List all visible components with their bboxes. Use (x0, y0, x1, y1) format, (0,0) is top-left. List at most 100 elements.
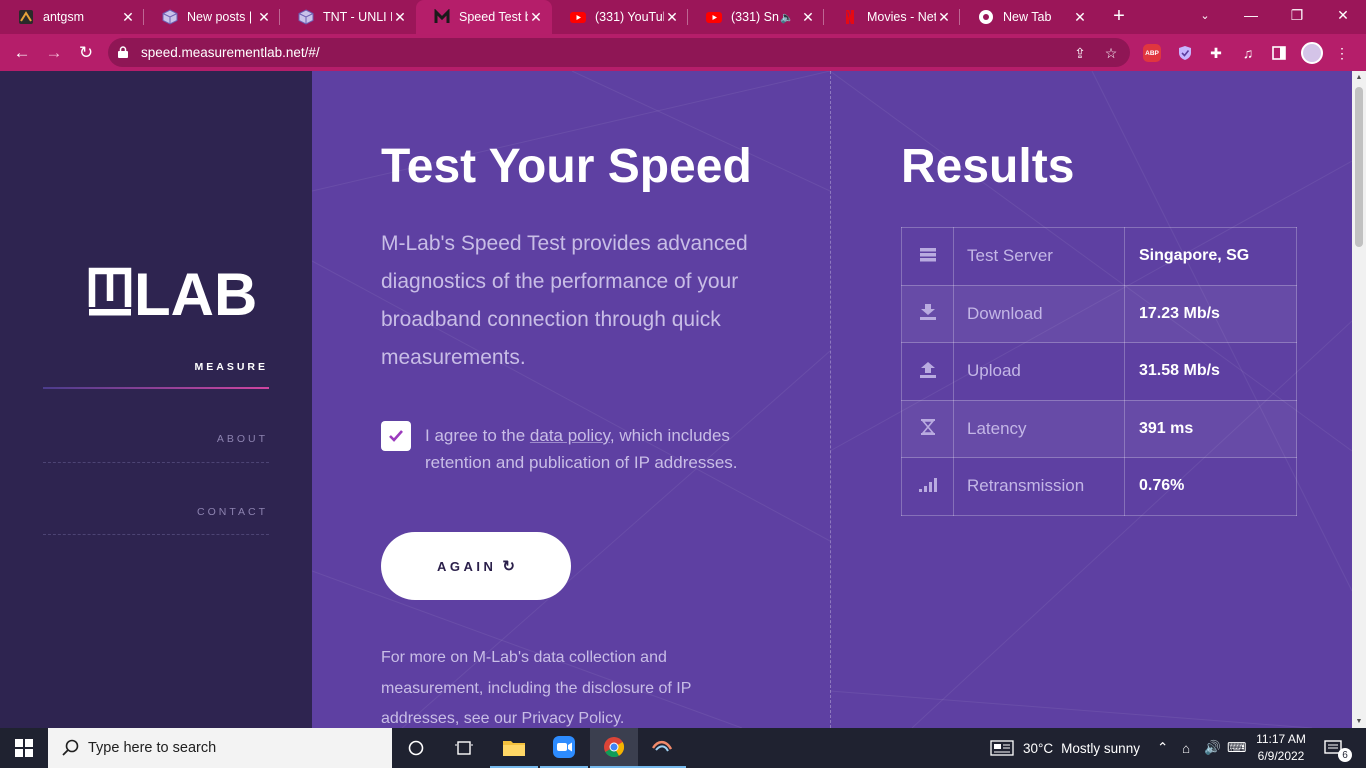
chrome-icon[interactable] (590, 728, 638, 768)
hourglass-icon (901, 399, 954, 458)
again-button[interactable]: AGAIN ↻ (381, 532, 571, 600)
tab-antgsm[interactable]: antgsm ✕ (0, 0, 144, 34)
close-icon[interactable]: ✕ (800, 9, 816, 26)
back-button[interactable]: ← (9, 40, 35, 66)
result-label: Test Server (953, 227, 1125, 286)
logo-text: LAB (134, 261, 257, 321)
results-row-retransmission: Retransmission 0.76% (901, 457, 1297, 516)
main-content: Test Your Speed M-Lab's Speed Test provi… (312, 71, 1352, 728)
close-icon[interactable]: ✕ (256, 9, 272, 26)
side-panel-icon[interactable] (1268, 42, 1290, 64)
nav-divider (43, 462, 269, 463)
nav-about[interactable]: ABOUT (217, 433, 268, 445)
app-icon[interactable] (638, 728, 686, 768)
netflix-favicon-icon (842, 9, 858, 25)
mlab-logo: LAB (88, 261, 257, 321)
clock-date: 6/9/2022 (1257, 749, 1305, 763)
tab-title: New Tab (1003, 10, 1052, 24)
share-icon[interactable]: ⇪ (1070, 43, 1090, 63)
file-explorer-icon[interactable] (490, 728, 538, 768)
tab-netflix[interactable]: Movies - Net ✕ (824, 0, 960, 34)
close-icon[interactable]: ✕ (528, 9, 544, 26)
scroll-thumb[interactable] (1355, 87, 1363, 247)
refresh-icon: ↻ (502, 558, 515, 575)
minimize-button[interactable]: — (1228, 0, 1274, 30)
chevron-up-icon[interactable]: ⌃ (1157, 728, 1168, 768)
checkmark-icon (389, 430, 403, 442)
tab-search-button[interactable]: ⌄ (1182, 0, 1228, 30)
search-icon (62, 739, 80, 757)
bookmark-star-icon[interactable]: ☆ (1101, 43, 1121, 63)
close-icon[interactable]: ✕ (120, 9, 136, 26)
zoom-icon[interactable] (540, 728, 588, 768)
result-label: Download (953, 284, 1125, 343)
restore-button[interactable]: ❐ (1274, 0, 1320, 30)
tab-title: (331) YouTub (595, 10, 664, 24)
download-icon (901, 284, 954, 343)
results-row-server: Test Server Singapore, SG (901, 227, 1297, 286)
nav-active-indicator (43, 387, 269, 389)
page-title: Test Your Speed (381, 140, 752, 193)
tab-title: Speed Test by (459, 10, 528, 24)
youtube-favicon-icon (706, 9, 722, 25)
speaker-icon[interactable]: 🔈 (780, 11, 794, 24)
shield-extension-icon[interactable] (1174, 42, 1196, 64)
tab-title: New posts | F (187, 10, 256, 24)
data-policy-link[interactable]: data policy (530, 426, 610, 445)
upload-icon (901, 342, 954, 401)
tab-speed-test[interactable]: Speed Test by ✕ (416, 0, 552, 34)
search-placeholder: Type here to search (88, 740, 217, 756)
results-row-latency: Latency 391 ms (901, 399, 1297, 458)
widgets-icon[interactable] (440, 728, 488, 768)
nav-divider (43, 534, 269, 535)
agree-checkbox[interactable] (381, 421, 411, 451)
scroll-down-arrow[interactable]: ▼ (1352, 718, 1366, 725)
tab-title: (331) Sn (731, 10, 779, 24)
new-tab-button[interactable]: + (1108, 5, 1130, 27)
results-table: Test Server Singapore, SG Download 17.23… (901, 227, 1297, 516)
tab-youtube-2[interactable]: (331) Sn 🔈 ✕ (688, 0, 824, 34)
extensions-puzzle-icon[interactable]: ✚ (1205, 42, 1227, 64)
page-scrollbar[interactable]: ▲ ▼ (1352, 71, 1366, 728)
start-button[interactable] (0, 728, 48, 768)
close-icon[interactable]: ✕ (936, 9, 952, 26)
weather-widget[interactable]: 30°C Mostly sunny (990, 728, 1140, 768)
keyboard-icon[interactable]: ⌨ (1227, 728, 1247, 768)
menu-kebab-icon[interactable]: ⋮ (1331, 42, 1353, 64)
system-clock[interactable]: 11:17 AM 6/9/2022 (1248, 731, 1314, 765)
notifications-button[interactable]: 6 (1324, 728, 1352, 768)
results-row-upload: Upload 31.58 Mb/s (901, 342, 1297, 401)
tab-tnt[interactable]: TNT - UNLI D ✕ (280, 0, 416, 34)
task-view-icon[interactable] (392, 728, 440, 768)
tab-strip: antgsm ✕ New posts | F ✕ TNT - UNLI D ✕ … (0, 0, 1366, 34)
tab-youtube-1[interactable]: (331) YouTub ✕ (552, 0, 688, 34)
close-icon[interactable]: ✕ (392, 9, 408, 26)
tab-new-posts[interactable]: New posts | F ✕ (144, 0, 280, 34)
scroll-up-arrow[interactable]: ▲ (1352, 74, 1366, 81)
volume-icon[interactable]: 🔊 (1204, 728, 1221, 768)
taskbar-search[interactable]: Type here to search (48, 728, 392, 768)
windows-icon (15, 739, 33, 757)
close-icon[interactable]: ✕ (664, 9, 680, 26)
media-control-icon[interactable]: ♫ (1237, 42, 1259, 64)
nav-measure[interactable]: MEASURE (194, 361, 268, 373)
adblock-extension[interactable]: ABP (1141, 42, 1163, 64)
antgsm-favicon-icon (18, 9, 34, 25)
result-value: Singapore, SG (1124, 227, 1297, 286)
close-window-button[interactable]: ✕ (1320, 0, 1366, 30)
forward-button[interactable]: → (41, 40, 67, 66)
address-bar[interactable]: speed.measurementlab.net/#/ ⇪ ☆ (108, 38, 1130, 67)
reload-button[interactable]: ↻ (73, 40, 99, 66)
result-value: 0.76% (1124, 457, 1297, 516)
close-icon[interactable]: ✕ (1072, 9, 1088, 26)
nav-contact[interactable]: CONTACT (197, 506, 268, 518)
taskbar: Type here to search 30°C Mostly sunny ⌃ … (0, 728, 1366, 768)
youtube-favicon-icon (570, 9, 586, 25)
tab-new-tab[interactable]: New Tab ✕ (960, 0, 1096, 34)
profile-avatar[interactable] (1301, 42, 1323, 64)
network-icon[interactable]: ⌂ (1182, 728, 1190, 768)
footnote-text: For more on M-Lab's data collection and … (381, 649, 692, 727)
result-label: Upload (953, 342, 1125, 401)
result-label: Latency (953, 399, 1125, 458)
browser-toolbar: ← → ↻ speed.measurementlab.net/#/ ⇪ ☆ AB… (0, 34, 1366, 71)
